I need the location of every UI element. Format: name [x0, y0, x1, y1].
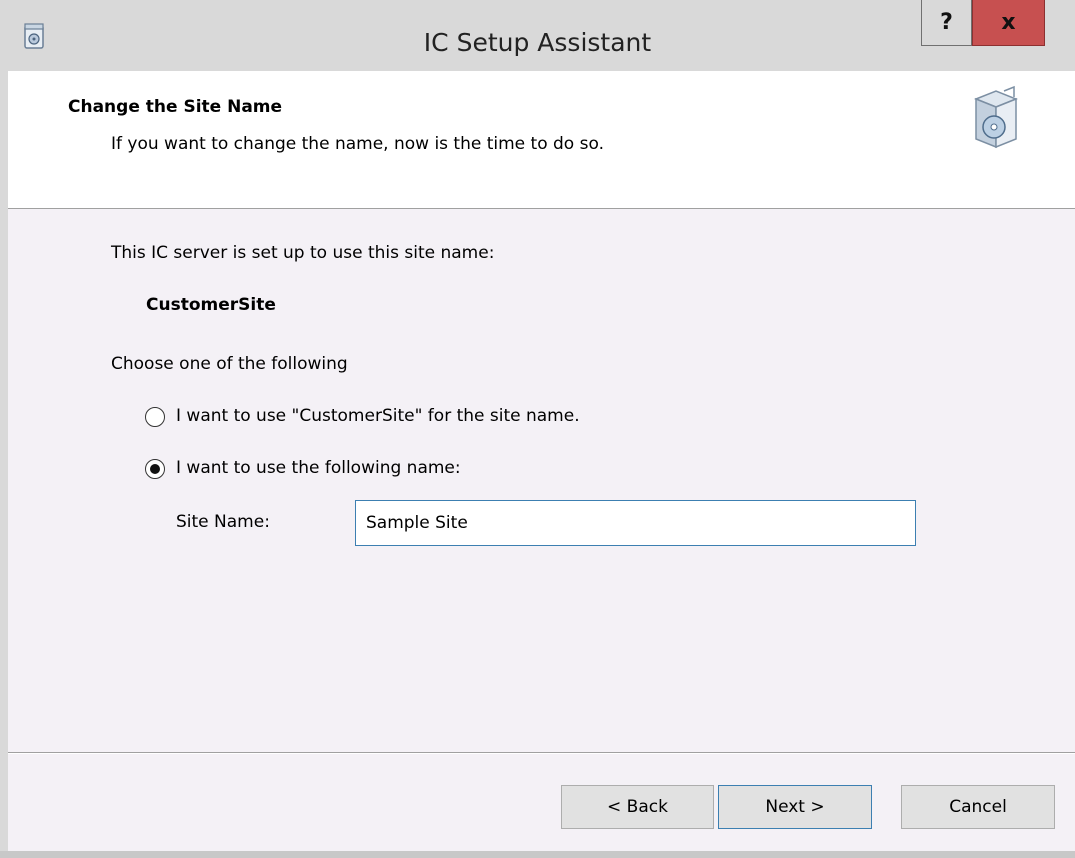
- current-site-name: CustomerSite: [146, 295, 276, 315]
- title-bar[interactable]: IC Setup Assistant ? x: [0, 0, 1075, 70]
- back-button[interactable]: < Back: [561, 785, 714, 829]
- radio-custom-site-name[interactable]: [145, 459, 165, 479]
- window-title: IC Setup Assistant: [423, 28, 652, 57]
- option-keep-label[interactable]: I want to use "CustomerSite" for the sit…: [176, 406, 580, 426]
- choose-label: Choose one of the following: [111, 354, 348, 374]
- setup-assistant-window: IC Setup Assistant ? x Change the Site N…: [0, 0, 1075, 858]
- help-button[interactable]: ?: [921, 0, 972, 46]
- page-title: Change the Site Name: [68, 97, 283, 117]
- site-name-input[interactable]: [355, 500, 916, 546]
- cancel-button[interactable]: Cancel: [901, 785, 1055, 829]
- next-button[interactable]: Next >: [718, 785, 872, 829]
- site-name-label: Site Name:: [176, 512, 270, 532]
- footer-separator-highlight: [8, 753, 1075, 754]
- close-button[interactable]: x: [972, 0, 1045, 46]
- radio-keep-site-name[interactable]: [145, 407, 165, 427]
- wizard-client-area: Change the Site Name If you want to chan…: [8, 71, 1075, 858]
- wizard-header: Change the Site Name If you want to chan…: [8, 71, 1075, 209]
- page-subtitle: If you want to change the name, now is t…: [111, 134, 604, 154]
- setup-box-icon: [973, 85, 1019, 149]
- option-custom-label[interactable]: I want to use the following name:: [176, 458, 461, 478]
- radio-selected-dot: [150, 464, 160, 474]
- window-bottom-border: [0, 851, 1075, 858]
- intro-text: This IC server is set up to use this sit…: [111, 243, 495, 263]
